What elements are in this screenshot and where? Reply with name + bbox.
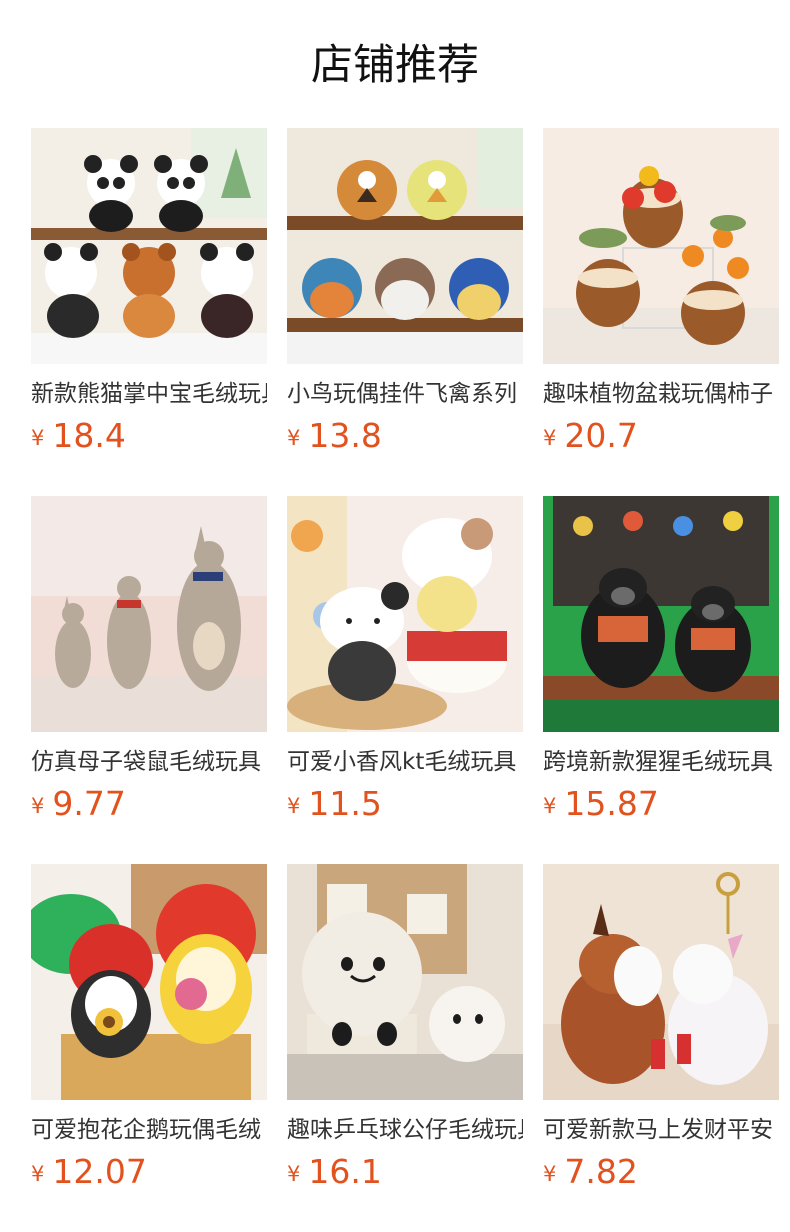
product-name[interactable]: 可爱新款马上发财平安 — [543, 1114, 779, 1146]
product-image-penguins[interactable] — [31, 864, 267, 1100]
product-image-kitty[interactable] — [287, 496, 523, 732]
product-price: ¥12.07 — [31, 1152, 147, 1192]
currency-symbol: ¥ — [31, 794, 45, 818]
product-name[interactable]: 跨境新款猩猩毛绒玩具 — [543, 746, 779, 778]
product-name[interactable]: 新款熊猫掌中宝毛绒玩具 — [31, 378, 267, 410]
product-card[interactable]: 跨境新款猩猩毛绒玩具 ¥15.87 — [543, 496, 779, 864]
section-title: 店铺推荐 — [310, 40, 479, 89]
product-name[interactable]: 趣味乒乓球公仔毛绒玩具 — [287, 1114, 523, 1146]
currency-symbol: ¥ — [287, 1162, 301, 1186]
product-grid: 新款熊猫掌中宝毛绒玩具 ¥18.4 小鸟玩偶挂件飞禽系列 ¥13.8 趣味植物盆… — [31, 128, 779, 1232]
product-price: ¥18.4 — [31, 416, 126, 456]
price-amount: 12.07 — [52, 1152, 147, 1191]
currency-symbol: ¥ — [543, 794, 557, 818]
product-name[interactable]: 小鸟玩偶挂件飞禽系列 — [287, 378, 523, 410]
currency-symbol: ¥ — [287, 426, 301, 450]
product-image-pingpong[interactable] — [287, 864, 523, 1100]
currency-symbol: ¥ — [31, 1162, 45, 1186]
product-price: ¥11.5 — [287, 784, 382, 824]
product-card[interactable]: 趣味植物盆栽玩偶柿子 ¥20.7 — [543, 128, 779, 496]
product-price: ¥9.77 — [31, 784, 126, 824]
product-price: ¥15.87 — [543, 784, 659, 824]
product-card[interactable]: 可爱小香风kt毛绒玩具 ¥11.5 — [287, 496, 523, 864]
product-card[interactable]: 可爱抱花企鹅玩偶毛绒 ¥12.07 — [31, 864, 267, 1232]
price-amount: 18.4 — [52, 416, 126, 455]
price-amount: 9.77 — [52, 784, 126, 823]
price-amount: 15.87 — [564, 784, 659, 823]
price-amount: 7.82 — [564, 1152, 638, 1191]
product-card[interactable]: 可爱新款马上发财平安 ¥7.82 — [543, 864, 779, 1232]
product-image-horses[interactable] — [543, 864, 779, 1100]
price-amount: 16.1 — [308, 1152, 382, 1191]
product-name[interactable]: 可爱抱花企鹅玩偶毛绒 — [31, 1114, 267, 1146]
product-name[interactable]: 趣味植物盆栽玩偶柿子 — [543, 378, 779, 410]
product-name[interactable]: 仿真母子袋鼠毛绒玩具 — [31, 746, 267, 778]
price-amount: 20.7 — [564, 416, 638, 455]
product-image-birds[interactable] — [287, 128, 523, 364]
product-price: ¥16.1 — [287, 1152, 382, 1192]
currency-symbol: ¥ — [543, 1162, 557, 1186]
product-image-plants[interactable] — [543, 128, 779, 364]
currency-symbol: ¥ — [31, 426, 45, 450]
currency-symbol: ¥ — [287, 794, 301, 818]
product-name[interactable]: 可爱小香风kt毛绒玩具 — [287, 746, 523, 778]
currency-symbol: ¥ — [543, 426, 557, 450]
price-amount: 11.5 — [308, 784, 382, 823]
product-card[interactable]: 仿真母子袋鼠毛绒玩具 ¥9.77 — [31, 496, 267, 864]
product-price: ¥7.82 — [543, 1152, 638, 1192]
product-card[interactable]: 新款熊猫掌中宝毛绒玩具 ¥18.4 — [31, 128, 267, 496]
product-image-pandas[interactable] — [31, 128, 267, 364]
product-image-gorillas[interactable] — [543, 496, 779, 732]
price-amount: 13.8 — [308, 416, 382, 455]
product-price: ¥20.7 — [543, 416, 638, 456]
product-image-kangaroos[interactable] — [31, 496, 267, 732]
product-card[interactable]: 趣味乒乓球公仔毛绒玩具 ¥16.1 — [287, 864, 523, 1232]
product-price: ¥13.8 — [287, 416, 382, 456]
product-card[interactable]: 小鸟玩偶挂件飞禽系列 ¥13.8 — [287, 128, 523, 496]
